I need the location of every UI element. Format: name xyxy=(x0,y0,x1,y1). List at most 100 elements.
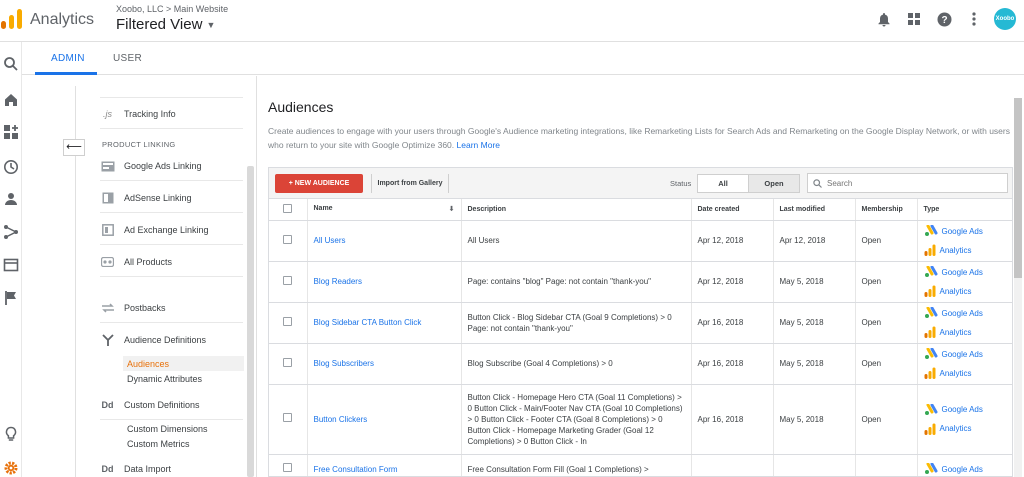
analytics-link[interactable]: Analytics xyxy=(940,286,972,297)
analytics-link[interactable]: Analytics xyxy=(940,245,972,256)
last-modified: May 5, 2018 xyxy=(773,343,856,385)
import-from-gallery-button[interactable]: Import from Gallery xyxy=(371,174,449,193)
behavior-icon[interactable] xyxy=(3,257,19,273)
acquisition-icon[interactable] xyxy=(3,224,19,240)
analytics-logo xyxy=(1,9,22,29)
customization-icon[interactable] xyxy=(3,124,19,140)
audience-name-link[interactable]: Button Clickers xyxy=(314,415,368,424)
audience-name-link[interactable]: Blog Subscribers xyxy=(314,359,374,368)
table-row[interactable]: Button Clickers Button Click - Homepage H… xyxy=(269,384,1013,455)
nav-sub-custom-metrics[interactable]: Custom Metrics xyxy=(127,439,190,449)
table-row[interactable]: Free Consultation Form Free Consultation … xyxy=(269,454,1012,476)
audience-person-icon[interactable] xyxy=(3,191,19,207)
google-ads-icon xyxy=(924,348,937,359)
column-header-membership[interactable]: Membership xyxy=(855,199,918,221)
status-label: Status xyxy=(670,179,692,188)
nav-sub-audiences[interactable]: Audiences xyxy=(127,359,169,369)
scrollbar-thumb[interactable] xyxy=(1014,98,1022,278)
tab-user[interactable]: USER xyxy=(113,53,142,64)
view-selector[interactable]: Filtered View ▼ xyxy=(116,16,215,33)
nav-item-postbacks[interactable]: Postbacks xyxy=(100,302,166,314)
column-header-name[interactable]: Name ⬇ xyxy=(307,199,462,221)
nav-item-google-ads-linking[interactable]: Google Ads Linking xyxy=(100,160,202,172)
row-checkbox[interactable] xyxy=(283,357,292,367)
audience-name-cell: All Users xyxy=(307,220,462,262)
column-header-date-created[interactable]: Date created xyxy=(691,199,774,221)
nav-item-all-products[interactable]: All Products xyxy=(100,256,172,268)
home-icon[interactable] xyxy=(3,92,19,108)
table-row[interactable]: Blog Subscribers Blog Subscribe (Goal 4 C… xyxy=(269,343,1012,385)
row-checkbox[interactable] xyxy=(283,316,292,326)
analytics-link[interactable]: Analytics xyxy=(940,368,972,379)
apps-grid-icon[interactable] xyxy=(904,8,924,30)
nav-item-tracking-info[interactable]: .js Tracking Info xyxy=(100,108,176,120)
audience-description: All Users xyxy=(461,220,692,262)
google-ads-link[interactable]: Google Ads xyxy=(942,464,983,475)
collapse-back-button[interactable]: ⟵ xyxy=(63,139,85,156)
search-box[interactable] xyxy=(807,173,1008,193)
admin-gear-icon[interactable] xyxy=(3,460,19,476)
nav-sub-dynamic-attributes[interactable]: Dynamic Attributes xyxy=(127,374,202,384)
table-row[interactable]: Blog Readers Page: contains "blog" Page: … xyxy=(269,261,1013,303)
conversions-flag-icon[interactable] xyxy=(3,290,19,306)
audience-name-link[interactable]: Blog Readers xyxy=(314,277,362,286)
search-input[interactable] xyxy=(827,178,997,188)
status-filter-open[interactable]: Open xyxy=(748,174,800,193)
column-header-type[interactable]: Type xyxy=(917,199,1012,221)
column-header-last-modified[interactable]: Last modified xyxy=(773,199,856,221)
more-vert-icon[interactable] xyxy=(964,8,984,30)
bell-icon[interactable] xyxy=(874,8,894,30)
status-filter-all[interactable]: All xyxy=(697,174,749,193)
google-ads-icon xyxy=(924,307,937,318)
google-ads-link[interactable]: Google Ads xyxy=(942,226,983,237)
type-google-ads: Google Ads xyxy=(924,400,1013,419)
audience-name-link[interactable]: Blog Sidebar CTA Button Click xyxy=(314,318,422,327)
table-row[interactable]: Blog Sidebar CTA Button Click Button Clic… xyxy=(269,302,1012,344)
nav-scrollbar[interactable] xyxy=(247,166,254,477)
nav-item-data-import[interactable]: Dd Data Import xyxy=(100,463,172,475)
google-ads-icon xyxy=(924,266,937,277)
table-row[interactable]: All Users All Users Apr 12, 2018 Apr 12, 20… xyxy=(269,220,1012,262)
row-checkbox[interactable] xyxy=(283,234,292,244)
row-checkbox[interactable] xyxy=(283,463,292,472)
row-checkbox[interactable] xyxy=(283,275,292,285)
main-scrollbar[interactable] xyxy=(1014,98,1022,477)
audience-name-link[interactable]: Free Consultation Form xyxy=(314,465,398,474)
realtime-clock-icon[interactable] xyxy=(3,159,19,175)
membership: Open xyxy=(855,343,918,385)
google-ads-link[interactable]: Google Ads xyxy=(942,349,983,360)
type-google-ads: Google Ads xyxy=(924,263,1013,282)
audience-name-link[interactable]: All Users xyxy=(314,236,346,245)
column-header-description[interactable]: Description xyxy=(461,199,692,221)
table-toolbar: + NEW AUDIENCE Import from Gallery Statu… xyxy=(269,168,1012,199)
nav-separator xyxy=(100,212,243,213)
nav-separator xyxy=(100,244,243,245)
google-ads-link[interactable]: Google Ads xyxy=(942,267,983,278)
row-checkbox[interactable] xyxy=(283,413,292,422)
new-audience-button[interactable]: + NEW AUDIENCE xyxy=(275,174,363,193)
analytics-link[interactable]: Analytics xyxy=(940,423,972,434)
help-icon[interactable]: ? xyxy=(934,8,954,30)
app-title: Analytics xyxy=(30,11,95,28)
tab-admin[interactable]: ADMIN xyxy=(51,53,85,64)
account-breadcrumb[interactable]: Xoobo, LLC > Main Website xyxy=(116,4,228,14)
avatar[interactable]: Xoobo xyxy=(994,8,1016,30)
membership: Open xyxy=(855,384,918,455)
discover-lightbulb-icon[interactable] xyxy=(3,426,19,442)
google-ads-link[interactable]: Google Ads xyxy=(942,308,983,319)
select-all-checkbox[interactable] xyxy=(283,203,292,213)
nav-item-adsense-linking[interactable]: AdSense Linking xyxy=(100,192,192,204)
left-rail xyxy=(0,42,22,477)
learn-more-link[interactable]: Learn More xyxy=(457,140,500,150)
google-ads-link[interactable]: Google Ads xyxy=(942,404,983,415)
nav-item-label: Data Import xyxy=(124,464,172,474)
type-analytics: Analytics xyxy=(924,419,1013,438)
analytics-link[interactable]: Analytics xyxy=(940,327,972,338)
nav-item-audience-definitions[interactable]: Audience Definitions xyxy=(100,334,206,346)
nav-sub-custom-dimensions[interactable]: Custom Dimensions xyxy=(127,424,208,434)
nav-item-custom-definitions[interactable]: Dd Custom Definitions xyxy=(100,399,200,411)
nav-item-ad-exchange-linking[interactable]: Ad Exchange Linking xyxy=(100,224,209,236)
search-icon[interactable] xyxy=(3,56,19,72)
audience-description: Button Click - Homepage Hero CTA (Goal 1… xyxy=(461,384,692,455)
nav-separator xyxy=(100,97,243,98)
